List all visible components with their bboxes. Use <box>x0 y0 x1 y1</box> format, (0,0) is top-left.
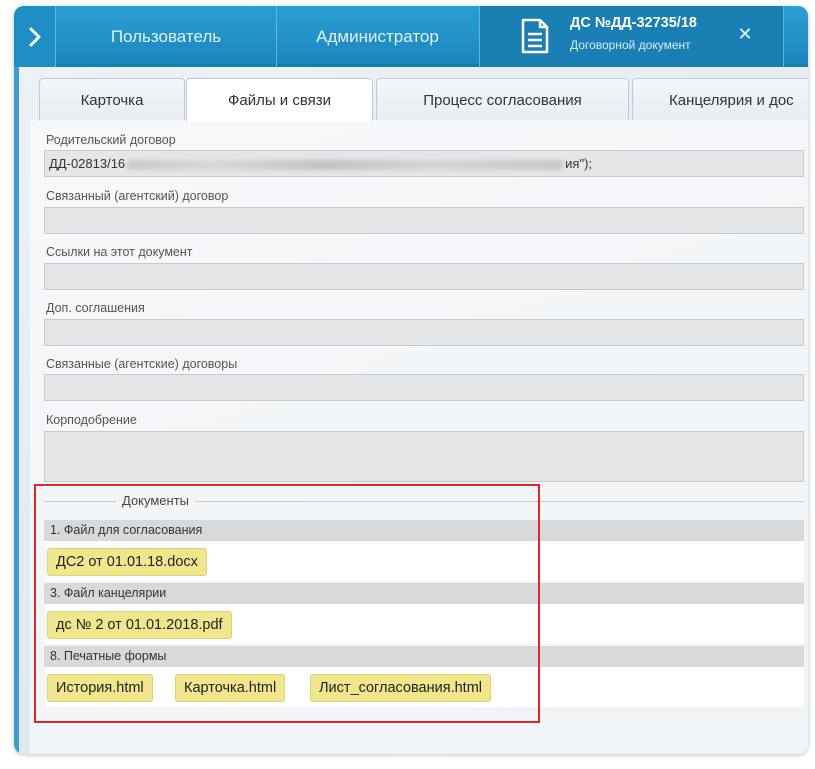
section-approval-file-body: ДС2 от 01.01.18.docx <box>44 541 804 581</box>
tab-administrator-label: Администратор <box>316 26 439 46</box>
section-office-file-body: дс № 2 от 01.01.2018.pdf <box>44 604 804 644</box>
app-window: Пользователь Администратор ДС №ДД-32735/… <box>14 6 808 754</box>
parent-contract-number: ДД-02813/16 <box>49 156 126 171</box>
parent-contract-field[interactable]: ДД-02813/16 ия"); <box>44 150 804 177</box>
section-approval-file: 1. Файл для согласования <box>44 520 804 541</box>
redacted-text <box>127 159 564 170</box>
left-accent-strip <box>14 67 19 754</box>
file-chip[interactable]: Карточка.html <box>175 674 286 702</box>
document-icon <box>521 18 549 54</box>
tab-approval-process-label: Процесс согласования <box>423 91 582 109</box>
file-chip[interactable]: дс № 2 от 01.01.2018.pdf <box>47 611 232 639</box>
file-chip[interactable]: Лист_согласования.html <box>310 674 492 702</box>
expand-menu-button[interactable] <box>14 6 56 67</box>
corp-approval-label: Корподобрение <box>46 413 137 427</box>
additional-agreements-label: Доп. соглашения <box>46 301 145 315</box>
section-print-forms: 8. Печатные формы <box>44 646 804 667</box>
additional-agreements-field[interactable] <box>44 319 804 346</box>
close-icon[interactable]: ✕ <box>736 26 754 44</box>
tab-files-links-label: Файлы и связи <box>227 92 332 109</box>
document-subtabs: Карточка Файлы и связи Процесс согласова… <box>19 70 808 122</box>
documents-group-title: Документы <box>116 493 196 508</box>
links-to-document-label: Ссылки на этот документ <box>46 245 193 259</box>
corp-approval-field[interactable] <box>44 431 804 482</box>
linked-agent-contract-field[interactable] <box>44 207 804 234</box>
tab-document[interactable]: ДС №ДД-32735/18 Договорной документ ✕ <box>479 6 784 67</box>
tab-user[interactable]: Пользователь <box>56 6 276 67</box>
tab-office-label: Канцелярия и дос <box>669 91 794 109</box>
files-links-panel: Родительский договор ДД-02813/16 ия"); Св… <box>30 120 808 754</box>
parent-contract-label: Родительский договор <box>46 133 176 147</box>
tab-office[interactable]: Канцелярия и дос <box>632 78 808 121</box>
linked-agent-contracts-label: Связанные (агентские) договоры <box>46 357 238 371</box>
section-office-file: 3. Файл канцелярии <box>44 583 804 604</box>
linked-agent-contracts-field[interactable] <box>44 374 804 401</box>
tab-card[interactable]: Карточка <box>39 78 185 121</box>
tab-user-label: Пользователь <box>110 26 222 46</box>
tab-files-links[interactable]: Файлы и связи <box>186 78 373 122</box>
section-print-forms-body: История.html Карточка.html Лист_согласов… <box>44 667 804 707</box>
file-chip[interactable]: ДС2 от 01.01.18.docx <box>47 548 207 576</box>
document-tab-title: ДС №ДД-32735/18 <box>570 15 697 31</box>
tab-administrator[interactable]: Администратор <box>276 6 479 67</box>
tab-approval-process[interactable]: Процесс согласования <box>376 78 629 121</box>
linked-agent-contract-label: Связанный (агентский) договор <box>46 189 229 203</box>
top-navigation-bar: Пользователь Администратор ДС №ДД-32735/… <box>14 6 808 67</box>
file-chip[interactable]: История.html <box>47 674 153 702</box>
links-to-document-field[interactable] <box>44 263 804 290</box>
tab-card-label: Карточка <box>80 91 144 109</box>
parent-contract-tail: ия"); <box>565 156 593 171</box>
chevron-right-icon <box>29 27 40 46</box>
document-tab-subtitle: Договорной документ <box>570 38 691 52</box>
